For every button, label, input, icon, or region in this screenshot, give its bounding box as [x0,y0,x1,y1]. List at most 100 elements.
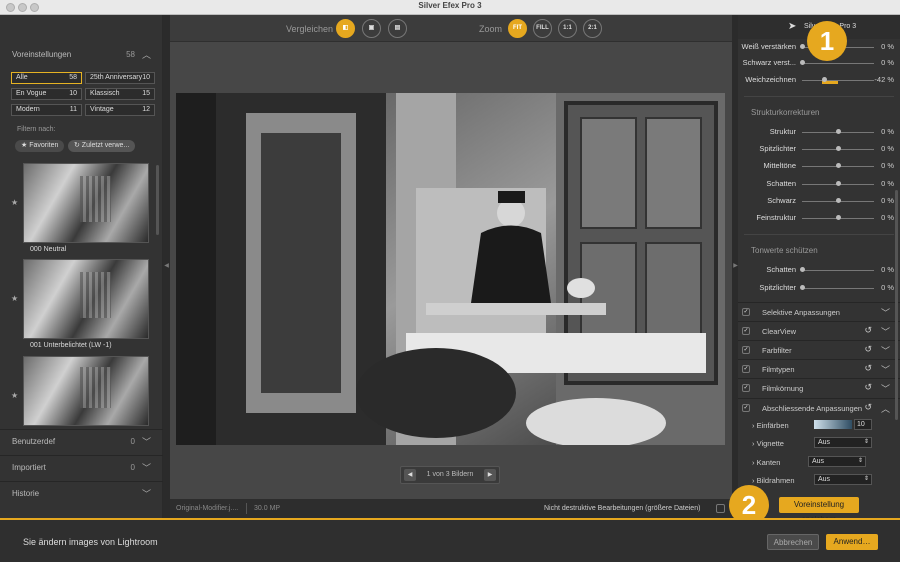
slider-label: Feinstruktur [756,213,796,222]
slider-track[interactable] [802,270,874,271]
check-icon[interactable]: ✓ [742,404,750,412]
reset-icon[interactable]: ↺ [864,402,872,413]
slider-knob[interactable] [836,215,841,220]
section-historie[interactable]: Historie ﹀ [0,481,163,503]
compare-side-button[interactable]: ▣ [362,19,381,38]
zoom-fill-button[interactable]: FILL [533,19,552,38]
apply-button[interactable]: Anwend… [826,534,878,550]
chevron-down-icon[interactable]: ﹀ [881,306,890,319]
filter-favorites-chip[interactable]: ★ Favoriten [15,140,65,152]
toning-value[interactable]: 10 [854,419,872,430]
adjustment-finishing[interactable]: ✓ Abschliessende Anpassungen ↺ ︿ [738,398,900,417]
adjustment-label: Filmkörnung [762,384,804,393]
category-vintage[interactable]: Vintage 12 [85,104,155,116]
slider-knob[interactable] [836,198,841,203]
star-icon[interactable]: ★ [11,294,18,303]
slider-schatten[interactable]: Schatten 0 % [738,176,900,192]
panel-scrollbar[interactable] [895,190,898,420]
adjustment-filmkoernung[interactable]: ✓ Filmkörnung ↺ ﹀ [738,378,900,397]
slider-knob[interactable] [836,129,841,134]
slider-spitzlichter[interactable]: Spitzlichter 0 % [738,141,900,157]
previous-image-button[interactable]: ◀ [404,469,416,481]
chevron-down-icon[interactable]: ﹀ [142,461,151,474]
adjustment-selective[interactable]: ✓ Selektive Anpassungen ﹀ [738,302,900,321]
chevron-down-icon[interactable]: ﹀ [881,344,890,357]
check-icon[interactable]: ✓ [742,384,750,392]
save-preset-button[interactable]: Voreinstellung speichern [779,497,859,524]
next-image-button[interactable]: ▶ [484,469,496,481]
chevron-down-icon[interactable]: ﹀ [881,382,890,395]
left-panel-toggle[interactable]: ◀ [163,15,170,518]
slider-weichzeichnen[interactable]: Weichzeichnen -42 % [738,72,900,88]
slider-tone-schatten[interactable]: Schatten 0 % [738,262,900,278]
slider-label: Schwarz [767,196,796,205]
zoom-1-1-button[interactable]: 1:1 [558,19,577,38]
zoom-2-1-button[interactable]: 2:1 [583,19,602,38]
compare-stack-button[interactable]: ▤ [388,19,407,38]
section-importiert[interactable]: Importiert 0 ﹀ [0,455,163,477]
reset-icon[interactable]: ↺ [864,325,872,336]
slider-tone-spitzlichter[interactable]: Spitzlichter 0 % [738,280,900,296]
check-icon[interactable]: ✓ [742,346,750,354]
slider-mitteltoene[interactable]: Mitteltöne 0 % [738,158,900,174]
slider-label: Struktur [769,127,796,136]
preview-image[interactable] [176,93,725,445]
chevron-down-icon[interactable]: ﹀ [881,325,890,338]
slider-track[interactable] [802,80,874,81]
reset-icon[interactable]: ↺ [864,344,872,355]
slider-knob[interactable] [800,285,805,290]
adjustment-clearview[interactable]: ✓ ClearView ↺ ﹀ [738,321,900,340]
category-klassisch[interactable]: Klassisch 15 [85,88,155,100]
check-icon[interactable]: ✓ [742,308,750,316]
compare-split-button[interactable]: ◧ [336,19,355,38]
star-icon[interactable]: ★ [11,198,18,207]
presets-header[interactable]: Voreinstellungen 58 ︿ [0,43,163,65]
category-en-vogue[interactable]: En Vogue 10 [11,88,82,100]
nondestructive-checkbox[interactable] [716,504,725,513]
finishing-einfaerben[interactable]: › Einfärben 10 [738,417,900,434]
slider-track[interactable] [802,288,874,289]
finishing-bildrahmen[interactable]: › Bildrahmen Aus ⇕ [738,472,900,489]
chevron-up-icon[interactable]: ︿ [881,402,890,415]
slider-knob[interactable] [800,267,805,272]
chevron-down-icon[interactable]: ﹀ [142,487,151,500]
slider-schwarz-struktur[interactable]: Schwarz 0 % [738,193,900,209]
chevron-down-icon[interactable]: ﹀ [142,435,151,448]
slider-knob[interactable] [800,44,805,49]
slider-knob[interactable] [836,181,841,186]
slider-knob[interactable] [822,77,827,82]
slider-knob[interactable] [800,60,805,65]
cancel-button[interactable]: Abbrechen [767,534,819,550]
finishing-vignette[interactable]: › Vignette Aus ⇕ [738,435,900,452]
slider-track[interactable] [802,63,874,64]
zoom-fit-button[interactable]: FIT [508,19,527,38]
vignette-select[interactable]: Aus ⇕ [814,437,872,448]
toning-swatch[interactable] [814,420,852,429]
finishing-kanten[interactable]: › Kanten Aus ⇕ [738,454,900,471]
frame-select[interactable]: Aus ⇕ [814,474,872,485]
preset-thumbnail[interactable] [23,259,149,339]
category-modern[interactable]: Modern 11 [11,104,82,116]
slider-struktur[interactable]: Struktur 0 % [738,124,900,140]
slider-label: Mitteltöne [763,161,796,170]
category-25th-anniversary[interactable]: 25th Anniversary 10 [85,72,155,84]
slider-knob[interactable] [836,146,841,151]
reset-icon[interactable]: ↺ [864,363,872,374]
slider-knob[interactable] [836,163,841,168]
preset-thumbnail[interactable] [23,356,149,426]
check-icon[interactable]: ✓ [742,365,750,373]
edges-select[interactable]: Aus ⇕ [808,456,866,467]
reset-icon[interactable]: ↺ [864,382,872,393]
chevron-down-icon[interactable]: ﹀ [881,363,890,376]
filter-recent-chip[interactable]: ↻ Zuletzt verwe... [68,140,136,152]
adjustment-filmtypen[interactable]: ✓ Filmtypen ↺ ﹀ [738,359,900,378]
presets-scrollbar[interactable] [156,165,159,235]
check-icon[interactable]: ✓ [742,327,750,335]
adjustment-farbfilter[interactable]: ✓ Farbfilter ↺ ﹀ [738,340,900,359]
star-icon[interactable]: ★ [11,391,18,400]
category-alle[interactable]: Alle 58 [11,72,82,84]
slider-feinstruktur[interactable]: Feinstruktur 0 % [738,210,900,226]
chevron-up-icon[interactable]: ︿ [142,48,151,61]
section-benutzerdef[interactable]: Benutzerdef 0 ﹀ [0,429,163,451]
preset-thumbnail[interactable] [23,163,149,243]
